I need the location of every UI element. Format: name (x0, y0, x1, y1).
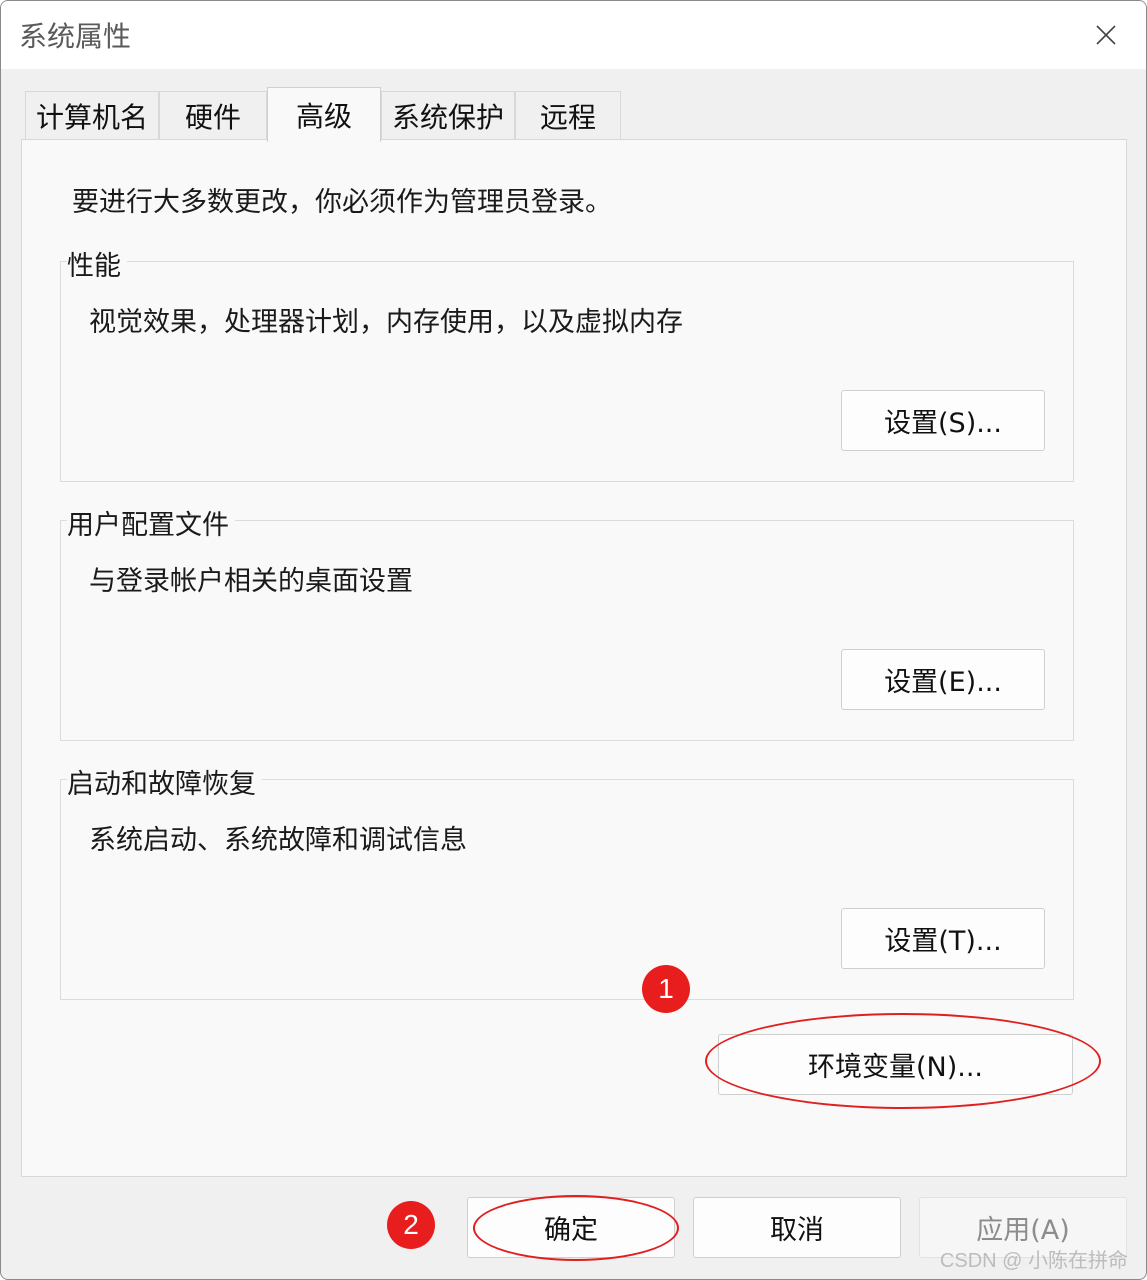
advanced-tab-panel: 要进行大多数更改，你必须作为管理员登录。 性能 视觉效果，处理器计划，内存使用，… (21, 139, 1127, 1177)
environment-variables-button[interactable]: 环境变量(N)... (718, 1034, 1073, 1095)
startup-recovery-settings-button[interactable]: 设置(T)... (841, 908, 1045, 969)
user-profiles-group: 用户配置文件 与登录帐户相关的桌面设置 设置(E)... (60, 503, 1074, 741)
tab-computer-name[interactable]: 计算机名 (25, 91, 159, 139)
startup-recovery-title: 启动和故障恢复 (67, 762, 262, 801)
tab-remote[interactable]: 远程 (515, 91, 621, 139)
startup-recovery-description: 系统启动、系统故障和调试信息 (89, 825, 467, 856)
title-bar: 系统属性 (1, 1, 1146, 69)
user-profiles-title: 用户配置文件 (67, 503, 235, 542)
user-profiles-settings-button[interactable]: 设置(E)... (841, 649, 1045, 710)
window-title: 系统属性 (19, 20, 132, 53)
ok-button[interactable]: 确定 (467, 1197, 675, 1258)
performance-settings-button[interactable]: 设置(S)... (841, 390, 1045, 451)
performance-group: 性能 视觉效果，处理器计划，内存使用，以及虚拟内存 设置(S)... (60, 244, 1074, 482)
watermark: CSDN @ 小陈在拼命 (939, 1250, 1128, 1272)
cancel-button[interactable]: 取消 (693, 1197, 901, 1258)
close-button[interactable] (1066, 1, 1146, 69)
system-properties-dialog: 系统属性 计算机名 硬件 高级 系统保护 远程 要进行大多数更改，你必须作为管理… (0, 0, 1147, 1280)
tab-hardware[interactable]: 硬件 (159, 91, 267, 139)
admin-notice: 要进行大多数更改，你必须作为管理员登录。 (72, 187, 612, 218)
startup-recovery-group: 启动和故障恢复 系统启动、系统故障和调试信息 设置(T)... (60, 762, 1074, 1000)
performance-title: 性能 (67, 244, 127, 283)
tab-advanced[interactable]: 高级 (267, 87, 381, 142)
annotation-marker-1: 1 (642, 965, 690, 1013)
tab-system-protection[interactable]: 系统保护 (381, 91, 515, 139)
annotation-marker-2: 2 (387, 1201, 435, 1249)
user-profiles-description: 与登录帐户相关的桌面设置 (89, 566, 413, 597)
close-icon (1096, 25, 1116, 45)
performance-description: 视觉效果，处理器计划，内存使用，以及虚拟内存 (89, 307, 683, 338)
